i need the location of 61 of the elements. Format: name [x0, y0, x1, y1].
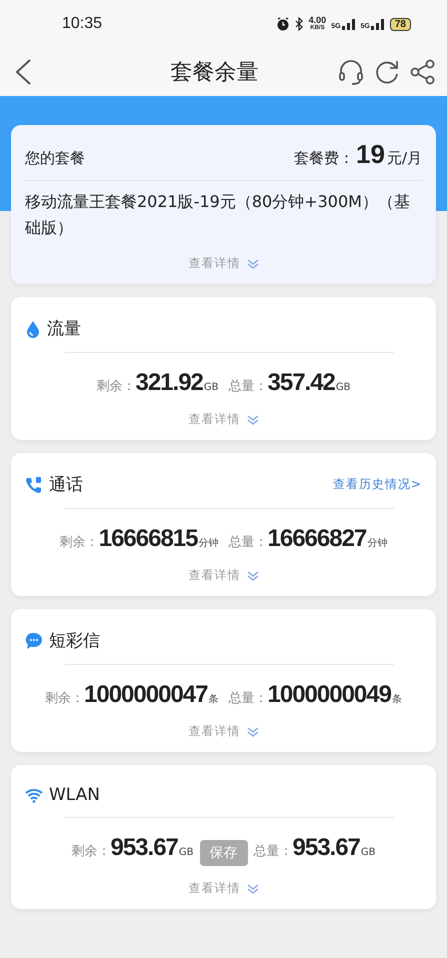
total-unit: GB — [360, 847, 376, 858]
bluetooth-icon — [294, 17, 304, 31]
remaining-label: 剩余： — [71, 843, 110, 860]
signal-icon — [370, 18, 385, 30]
remaining-unit: 条 — [208, 693, 218, 706]
total-value: 16666827 — [268, 525, 366, 553]
history-link[interactable]: 查看历史情况> — [332, 476, 422, 493]
headset-icon[interactable] — [337, 58, 365, 86]
total-label: 总量： — [228, 378, 268, 395]
details-link[interactable]: 查看详情 — [188, 411, 240, 428]
total-unit: GB — [336, 382, 351, 393]
total-value: 357.42 — [268, 369, 335, 397]
total-unit: 分钟 — [367, 536, 388, 550]
network-speed: 4.00 — [308, 16, 326, 24]
fee-unit: 元/月 — [386, 149, 422, 168]
usage-title: 通话 — [49, 474, 84, 496]
status-time: 10:35 — [62, 15, 104, 33]
chevron-down-icon — [246, 884, 258, 894]
remaining-unit: GB — [178, 847, 194, 858]
remaining-label: 剩余： — [96, 378, 136, 395]
page-title: 套餐余量 — [170, 59, 260, 87]
remaining-unit: 分钟 — [198, 536, 218, 550]
back-icon[interactable] — [14, 58, 32, 86]
plan-label: 您的套餐 — [25, 149, 85, 168]
total-label: 总量： — [228, 534, 268, 551]
remaining-label: 剩余： — [45, 690, 84, 707]
total-value: 953.67 — [292, 834, 360, 862]
alarm-clock-icon — [276, 17, 290, 31]
remaining-value: 16666815 — [98, 525, 198, 553]
water-drop-icon — [25, 320, 41, 338]
details-link[interactable]: 查看详情 — [188, 255, 240, 272]
details-link[interactable]: 查看详情 — [188, 880, 240, 897]
wifi-icon — [25, 788, 43, 802]
details-link[interactable]: 查看详情 — [188, 567, 240, 584]
refresh-icon[interactable] — [373, 58, 401, 86]
signal-icon — [342, 18, 356, 30]
chevron-down-icon — [246, 414, 258, 424]
remaining-value: 953.67 — [110, 834, 178, 862]
total-value: 1000000049 — [268, 681, 391, 709]
chevron-down-icon — [246, 570, 258, 580]
chevron-down-icon — [246, 258, 258, 268]
fee-label: 套餐费： — [294, 149, 354, 168]
total-label: 总量： — [228, 690, 268, 707]
battery-level: 78 — [390, 18, 411, 30]
plan-name: 移动流量王套餐2021版-19元（80分钟+300M）（基础版） — [25, 191, 411, 239]
remaining-unit: GB — [204, 382, 218, 393]
phone-icon — [25, 476, 43, 494]
chevron-down-icon — [246, 726, 258, 736]
usage-title: 流量 — [47, 318, 82, 340]
chat-bubble-icon — [25, 632, 43, 650]
details-link[interactable]: 查看详情 — [188, 723, 240, 740]
total-label: 总量： — [254, 843, 292, 860]
share-icon[interactable] — [409, 58, 437, 86]
save-button[interactable]: 保存 — [200, 840, 248, 866]
remaining-label: 剩余： — [60, 534, 99, 551]
remaining-value: 321.92 — [135, 369, 203, 397]
usage-title: WLAN — [49, 785, 102, 805]
fee-value: 19 — [356, 139, 385, 170]
remaining-value: 1000000047 — [84, 681, 208, 709]
total-unit: 条 — [392, 693, 402, 706]
usage-title: 短彩信 — [49, 630, 101, 652]
